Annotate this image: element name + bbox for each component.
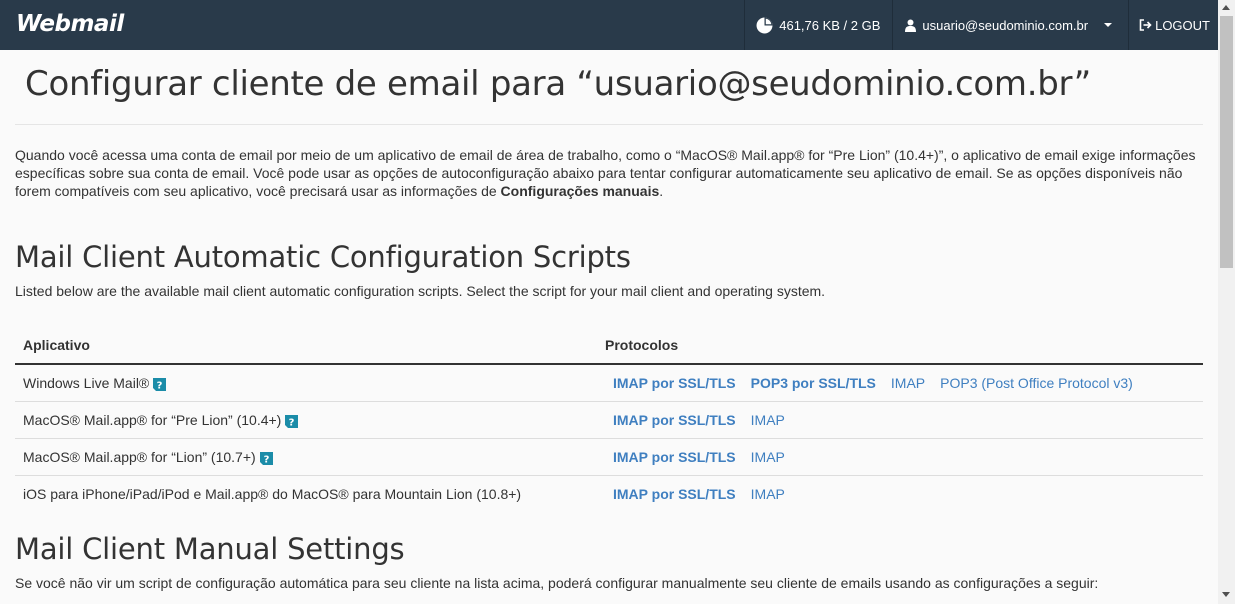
user-email: usuario@seudominio.com.br [922,17,1089,33]
chevron-down-icon [1104,23,1113,27]
app-name: MacOS® Mail.app® for “Lion” (10.7+) [23,449,256,465]
auto-config-heading: Mail Client Automatic Configuration Scri… [15,240,631,274]
help-icon[interactable]: ? [285,414,299,428]
protocol-link[interactable]: POP3 (Post Office Protocol v3) [940,375,1133,391]
app-name: Windows Live Mail® [23,375,150,391]
protocol-link[interactable]: IMAP por SSL/TLS [613,412,736,428]
manual-settings-description: Se você não vir um script de configuraçã… [15,575,1099,591]
svg-text:?: ? [289,417,295,428]
protocol-link[interactable]: IMAP por SSL/TLS [613,449,736,465]
title-divider [15,124,1203,125]
protocol-link[interactable]: IMAP [751,412,785,428]
help-icon[interactable]: ? [153,377,167,391]
pie-chart-icon [756,17,773,33]
help-icon[interactable]: ? [259,451,273,465]
user-menu[interactable]: usuario@seudominio.com.br [892,0,1128,50]
app-name: MacOS® Mail.app® for “Pre Lion” (10.4+) [23,412,282,428]
config-scripts-table: Aplicativo Protocolos Windows Live Mail®… [15,337,1203,512]
svg-text:?: ? [263,454,269,465]
protocol-link[interactable]: IMAP [751,449,785,465]
protocol-link[interactable]: POP3 por SSL/TLS [751,375,876,391]
table-row: iOS para iPhone/iPad/iPod e Mail.app® do… [15,476,1203,513]
column-header-protocols: Protocolos [605,337,1203,365]
table-row: MacOS® Mail.app® for “Pre Lion” (10.4+)?… [15,401,1203,439]
app-cell: MacOS® Mail.app® for “Lion” (10.7+)? [15,438,605,476]
app-cell: Windows Live Mail®? [15,364,605,402]
top-navbar: Webmail 461,76 KB / 2 GB usuario@seudomi… [0,0,1218,50]
logout-button[interactable]: LOGOUT [1128,0,1218,50]
quota-text: 461,76 KB / 2 GB [779,17,881,33]
column-header-app: Aplicativo [15,337,605,365]
logout-label: LOGOUT [1155,17,1210,33]
manual-settings-ref: Configurações manuais [500,183,660,199]
protocols-cell: IMAP por SSL/TLS IMAP [605,401,1203,439]
scroll-up-icon[interactable] [1222,5,1230,10]
protocol-link[interactable]: IMAP por SSL/TLS [613,486,736,502]
vertical-scrollbar[interactable] [1218,0,1235,604]
app-cell: MacOS® Mail.app® for “Pre Lion” (10.4+)? [15,401,605,439]
protocol-link[interactable]: IMAP [751,486,785,502]
protocols-cell: IMAP por SSL/TLS IMAP [605,438,1203,476]
page-title: Configurar cliente de email para “usuari… [25,64,1091,104]
protocol-link[interactable]: IMAP por SSL/TLS [613,375,736,391]
app-cell: iOS para iPhone/iPad/iPod e Mail.app® do… [15,476,605,513]
intro-text: Quando você acessa uma conta de email po… [15,147,1196,199]
disk-usage[interactable]: 461,76 KB / 2 GB [744,0,892,50]
table-header-row: Aplicativo Protocolos [15,337,1203,365]
main-content: Configurar cliente de email para “usuari… [15,50,1203,591]
protocols-cell: IMAP por SSL/TLS IMAP [605,476,1203,513]
logout-icon [1139,19,1152,31]
svg-text:?: ? [157,380,163,391]
protocol-link[interactable]: IMAP [891,375,925,391]
user-icon [905,19,917,32]
auto-config-description: Listed below are the available mail clie… [15,283,826,299]
table-row: MacOS® Mail.app® for “Lion” (10.7+)? IMAP… [15,438,1203,476]
protocols-cell: IMAP por SSL/TLS POP3 por SSL/TLS IMAP POP3… [605,364,1203,402]
table-row: Windows Live Mail®? IMAP por SSL/TLS POP3 … [15,364,1203,402]
scroll-down-icon[interactable] [1222,592,1230,597]
app-name: iOS para iPhone/iPad/iPod e Mail.app® do… [23,486,522,502]
manual-settings-heading: Mail Client Manual Settings [15,532,405,566]
scrollbar-thumb[interactable] [1220,16,1233,268]
webmail-logo[interactable]: Webmail [0,0,124,50]
